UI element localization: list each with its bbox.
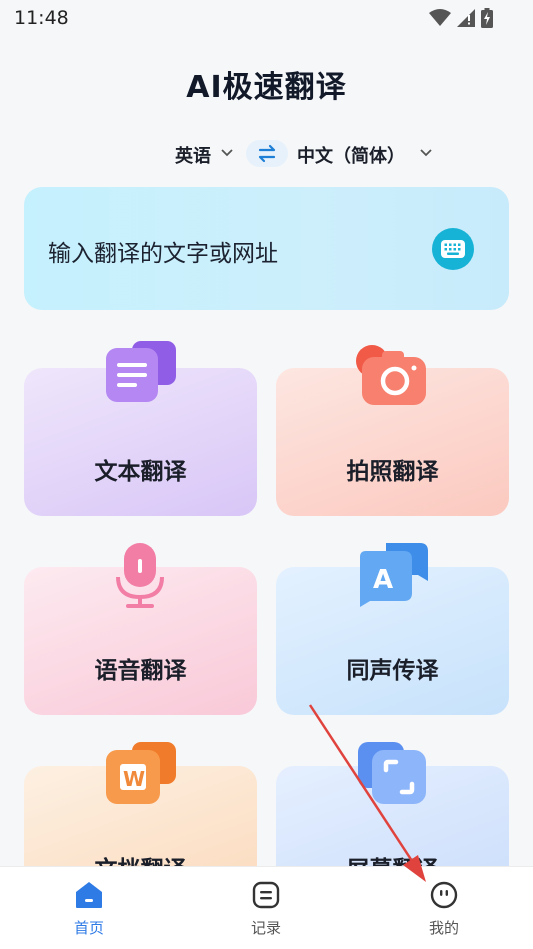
signal-icon: [457, 9, 475, 27]
card-label: 拍照翻译: [346, 459, 439, 485]
record-icon: [252, 881, 280, 909]
text-doc-icon: [106, 341, 176, 402]
keyboard-button[interactable]: [432, 228, 474, 270]
home-icon: [76, 882, 102, 908]
status-time: 11:48: [14, 7, 69, 29]
profile-face-icon: [430, 881, 458, 909]
wifi-icon: [429, 9, 451, 26]
keyboard-icon: [441, 240, 465, 258]
card-label: 文本翻译: [94, 459, 187, 485]
target-language-dropdown[interactable]: 中文（简体）: [297, 142, 405, 168]
tab-label: 记录: [250, 919, 281, 937]
word-doc-icon: W: [106, 742, 176, 804]
app-title: AI极速翻译: [186, 70, 347, 105]
card-label: 同声传译: [346, 658, 439, 684]
chevron-down-icon[interactable]: [220, 148, 234, 158]
translate-bubble-icon: A: [360, 543, 428, 607]
chevron-down-icon[interactable]: [419, 148, 433, 158]
camera-icon: [356, 345, 426, 405]
svg-text:W: W: [123, 767, 145, 791]
language-selector: 英语 中文（简体）: [0, 140, 533, 170]
bottom-tab-bar: 首页 记录 我的: [0, 866, 533, 949]
tab-home[interactable]: 首页: [34, 867, 144, 949]
swap-languages-button[interactable]: [246, 140, 288, 167]
screen-capture-icon: [358, 742, 426, 804]
swap-icon: [258, 144, 276, 163]
card-label: 语音翻译: [94, 658, 187, 684]
translate-input-card[interactable]: 输入翻译的文字或网址: [24, 187, 509, 310]
svg-text:A: A: [373, 565, 393, 595]
source-language-dropdown[interactable]: 英语: [175, 142, 211, 168]
tab-records[interactable]: 记录: [211, 867, 321, 949]
tab-label: 我的: [428, 919, 459, 937]
status-icons: [429, 8, 493, 28]
input-placeholder[interactable]: 输入翻译的文字或网址: [48, 234, 278, 268]
battery-icon: [481, 8, 493, 28]
tab-label: 首页: [73, 919, 104, 937]
tab-mine[interactable]: 我的: [389, 867, 499, 949]
status-bar: 11:48: [0, 0, 533, 36]
microphone-icon: [116, 543, 164, 608]
